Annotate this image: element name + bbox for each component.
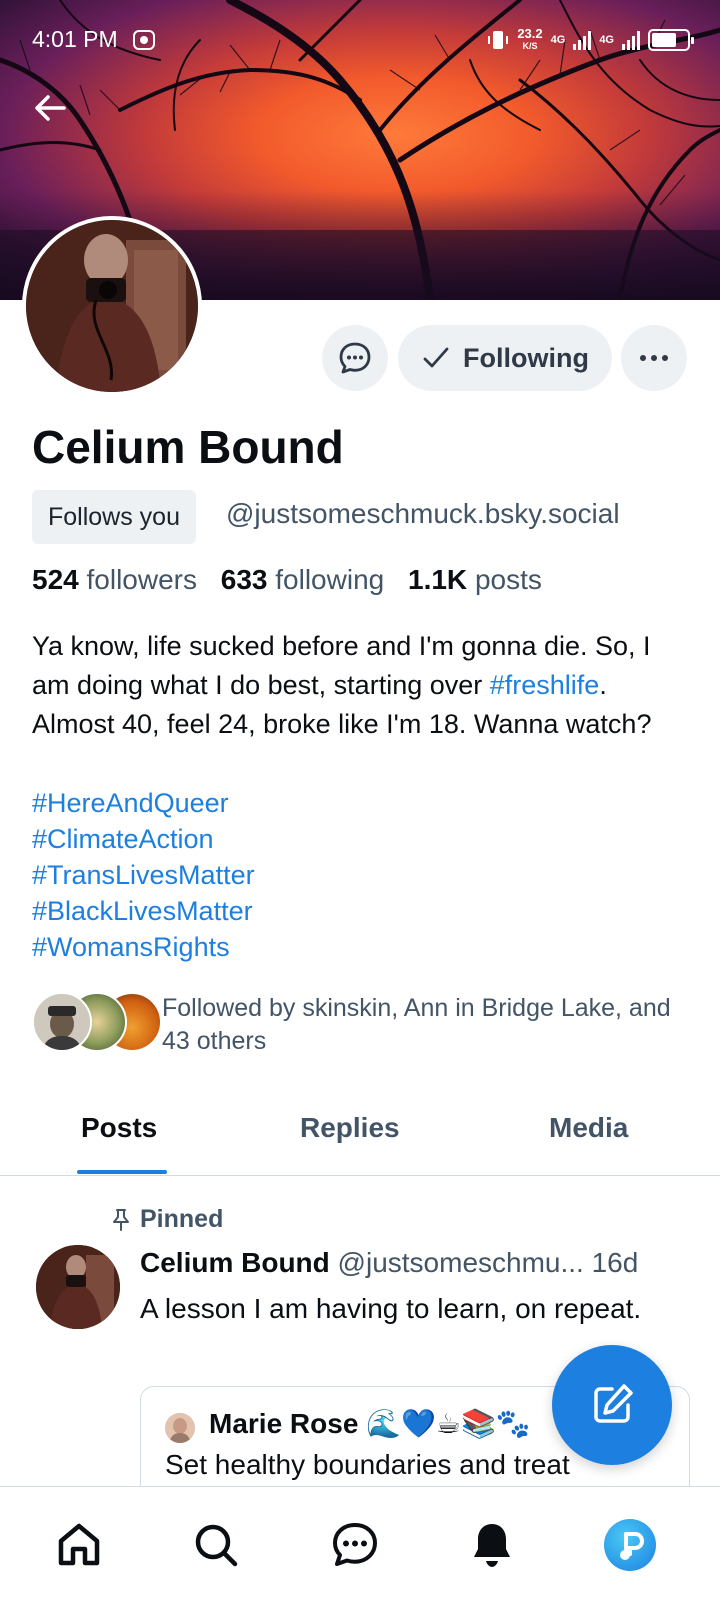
post-author-handle[interactable]: @justsomeschmu... [338, 1247, 584, 1278]
signal-bars-1-icon [573, 30, 592, 50]
profile-display-name: Celium Bound [32, 421, 344, 473]
message-button[interactable] [322, 325, 388, 391]
known-followers[interactable]: Followed by skinskin, Ann in Bridge Lake… [32, 992, 692, 1058]
music-note-icon [620, 1532, 645, 1560]
bio-hashtags: #HereAndQueer #ClimateAction #TransLives… [32, 785, 255, 965]
chat-bubble-icon [339, 342, 371, 374]
profile-bio: Ya know, life sucked before and I'm gonn… [32, 627, 688, 744]
following-label: following [275, 564, 385, 595]
network-speed-unit: K/S [522, 41, 538, 51]
status-indicators: 23.2 K/S 4G 4G [487, 26, 694, 54]
compose-icon [594, 1384, 633, 1423]
nav-home[interactable] [49, 1515, 109, 1575]
tab-media[interactable]: Media [549, 1112, 628, 1144]
following-button-label: Following [463, 342, 589, 373]
known-follower-avatar [32, 992, 92, 1052]
pinned-indicator: Pinned [110, 1205, 223, 1234]
pin-icon [113, 1208, 129, 1231]
compose-post-button[interactable] [552, 1345, 672, 1465]
profile-stats: 524 followers 633 following 1.1K posts [32, 564, 542, 596]
back-button[interactable] [26, 84, 74, 132]
post-author-photo [36, 1245, 120, 1329]
profile-tabs: Posts Replies Media [0, 1098, 720, 1176]
battery-icon [648, 29, 694, 51]
ellipsis-icon [640, 355, 668, 361]
network-type-1: 4G [550, 34, 566, 46]
following-count: 633 [220, 564, 268, 595]
pinned-label: Pinned [140, 1205, 224, 1233]
status-bar: 4:01 PM 23.2 K/S 4G 4G [0, 0, 720, 80]
quote-text: Set healthy boundaries and treat [165, 1449, 570, 1480]
hashtag-link[interactable]: #HereAndQueer [32, 785, 255, 821]
active-tab-indicator [77, 1170, 167, 1174]
hashtag-link[interactable]: #ClimateAction [32, 821, 255, 857]
tab-replies[interactable]: Replies [300, 1112, 400, 1144]
arrow-left-icon [35, 95, 66, 121]
checkmark-icon [423, 347, 449, 368]
screen-record-icon [133, 30, 155, 50]
signal-bars-2-icon [622, 30, 640, 50]
nav-search[interactable] [186, 1515, 246, 1575]
hashtag-link[interactable]: #TransLivesMatter [32, 857, 255, 893]
profile-avatar-icon [604, 1519, 656, 1571]
network-type-2: 4G [599, 34, 614, 46]
nav-profile[interactable] [600, 1515, 660, 1575]
bell-icon [474, 1524, 510, 1567]
post-author-avatar[interactable] [36, 1245, 120, 1329]
followers-label: followers [86, 564, 197, 595]
network-speed-value: 23.2 [517, 26, 543, 41]
quote-author-avatar [165, 1413, 195, 1443]
followers-stat[interactable]: 524 followers [32, 564, 197, 595]
more-options-button[interactable] [621, 325, 687, 391]
home-icon [58, 1523, 100, 1566]
posts-count: 1.1K [408, 564, 468, 595]
chat-icon [333, 1523, 377, 1566]
profile-handle: @justsomeschmuck.bsky.social [226, 498, 620, 529]
quote-author-name: Marie Rose 🌊💙☕📚🐾 [209, 1408, 531, 1439]
profile-avatar[interactable] [22, 216, 202, 396]
status-time: 4:01 PM [32, 26, 118, 52]
followers-count: 524 [32, 564, 79, 595]
hashtag-link[interactable]: #freshlife [490, 670, 600, 700]
nav-chat[interactable] [325, 1515, 385, 1575]
following-button[interactable]: Following [398, 325, 612, 391]
nav-notifications[interactable] [462, 1515, 522, 1575]
following-stat[interactable]: 633 following [221, 564, 384, 595]
posts-stat: 1.1K posts [408, 564, 542, 595]
hashtag-link[interactable]: #WomansRights [32, 929, 255, 965]
vibrate-icon [488, 31, 509, 49]
post-header: Celium Bound @justsomeschmu... 16d [140, 1247, 692, 1279]
tab-posts[interactable]: Posts [81, 1112, 157, 1144]
post-text: A lesson I am having to learn, on repeat… [140, 1293, 642, 1324]
bottom-navigation [0, 1486, 720, 1612]
post-author-name[interactable]: Celium Bound [140, 1247, 330, 1278]
search-icon [195, 1524, 238, 1567]
hashtag-link[interactable]: #BlackLivesMatter [32, 893, 255, 929]
network-speed: 23.2 K/S [517, 26, 543, 52]
posts-label: posts [474, 564, 542, 595]
known-followers-text: Followed by skinskin, Ann in Bridge Lake… [162, 994, 671, 1055]
post-timestamp: 16d [591, 1247, 639, 1278]
avatar-photo [26, 220, 198, 392]
follows-you-badge: Follows you [32, 490, 196, 544]
